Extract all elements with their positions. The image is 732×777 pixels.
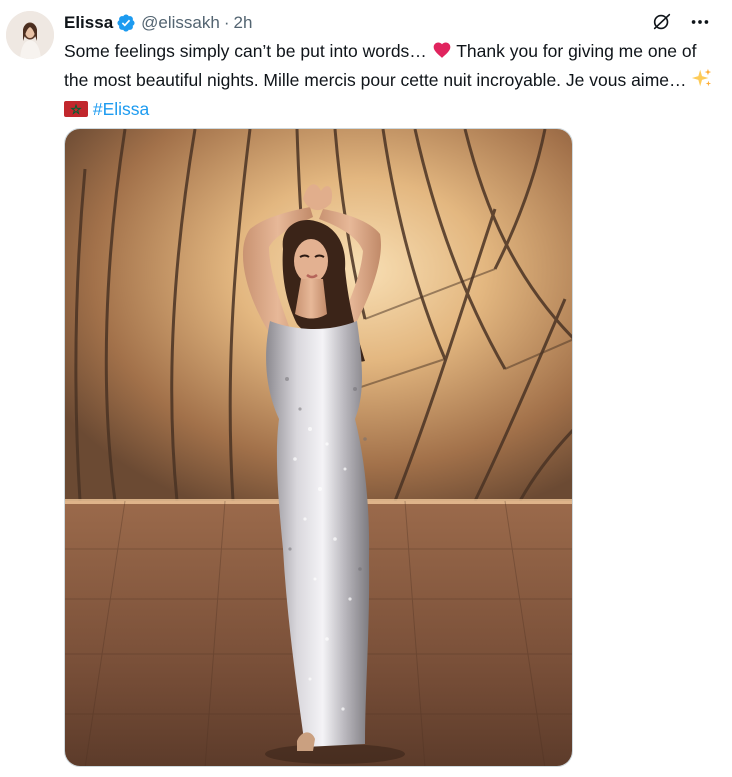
tweet: Elissa @elissakh · 2h Some feelings simp… — [0, 0, 732, 777]
avatar[interactable] — [6, 11, 54, 59]
grok-icon[interactable] — [650, 10, 674, 34]
meta-separator: · — [223, 13, 230, 32]
tweet-photo[interactable] — [64, 128, 573, 767]
verified-badge-icon — [116, 13, 136, 33]
tweet-actions — [650, 10, 712, 34]
tweet-text: Some feelings simply can’t be put into w… — [64, 38, 714, 125]
flag-morocco-icon — [64, 99, 88, 125]
tweet-time[interactable]: 2h — [234, 13, 253, 33]
sparkles-icon — [691, 67, 713, 96]
author-name[interactable]: Elissa — [64, 13, 113, 33]
more-options-icon[interactable] — [688, 10, 712, 34]
author-handle[interactable]: @elissakh — [141, 13, 220, 33]
red-heart-icon — [432, 40, 452, 67]
hashtag-link[interactable]: #Elissa — [93, 99, 149, 119]
tweet-header: Elissa @elissakh · 2h — [64, 12, 252, 34]
tweet-text-part1: Some feelings simply can’t be put into w… — [64, 41, 432, 61]
